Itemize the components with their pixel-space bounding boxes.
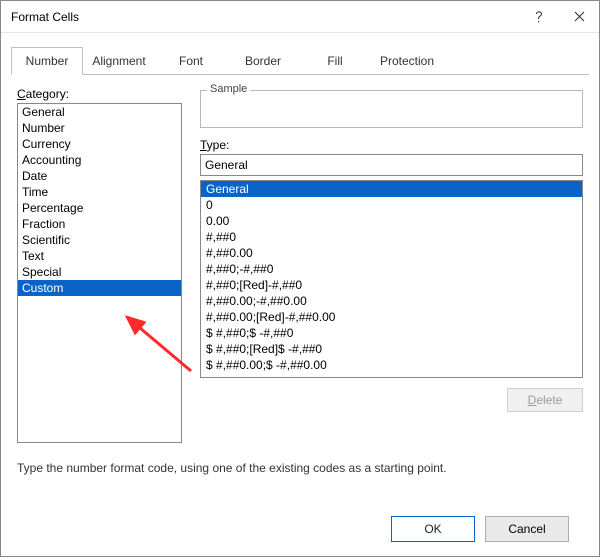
delete-row: Delete: [200, 388, 583, 412]
help-icon: [534, 10, 544, 24]
cancel-button[interactable]: Cancel: [485, 516, 569, 542]
category-label: Category:: [17, 87, 182, 101]
type-option[interactable]: #,##0;[Red]-#,##0: [201, 277, 582, 293]
ok-button[interactable]: OK: [391, 516, 475, 542]
category-item[interactable]: Special: [18, 264, 181, 280]
tab-number[interactable]: Number: [11, 47, 83, 75]
type-option[interactable]: $ #,##0.00;$ -#,##0.00: [201, 357, 582, 373]
delete-button: Delete: [507, 388, 583, 412]
type-option[interactable]: #,##0.00: [201, 245, 582, 261]
tab-strip: NumberAlignmentFontBorderFillProtection: [11, 47, 589, 75]
dialog-body: Category: GeneralNumberCurrencyAccountin…: [1, 75, 599, 556]
type-label: Type:: [200, 138, 583, 152]
type-option[interactable]: 0.00: [201, 213, 582, 229]
delete-button-label: Delete: [528, 393, 563, 407]
type-option[interactable]: #,##0;-#,##0: [201, 261, 582, 277]
cancel-label: Cancel: [508, 522, 545, 536]
category-item[interactable]: Currency: [18, 136, 181, 152]
tab-fill[interactable]: Fill: [299, 47, 371, 75]
category-item[interactable]: Time: [18, 184, 181, 200]
close-button[interactable]: [559, 1, 599, 33]
dialog-footer: OK Cancel: [17, 516, 583, 556]
type-option[interactable]: 0: [201, 197, 582, 213]
category-item[interactable]: Fraction: [18, 216, 181, 232]
type-option[interactable]: $ #,##0;$ -#,##0: [201, 325, 582, 341]
type-option[interactable]: General: [201, 181, 582, 197]
titlebar: Format Cells: [1, 1, 599, 33]
category-listbox[interactable]: GeneralNumberCurrencyAccountingDateTimeP…: [17, 103, 182, 443]
category-item[interactable]: Scientific: [18, 232, 181, 248]
tab-alignment[interactable]: Alignment: [83, 47, 155, 75]
category-item[interactable]: Date: [18, 168, 181, 184]
hint-text: Type the number format code, using one o…: [17, 461, 583, 475]
type-option[interactable]: #,##0: [201, 229, 582, 245]
type-option[interactable]: #,##0.00;-#,##0.00: [201, 293, 582, 309]
category-item[interactable]: Percentage: [18, 200, 181, 216]
tab-protection[interactable]: Protection: [371, 47, 443, 75]
help-button[interactable]: [519, 1, 559, 33]
detail-column: Sample Type: General00.00#,##0#,##0.00#,…: [200, 87, 583, 443]
tab-font[interactable]: Font: [155, 47, 227, 75]
type-input[interactable]: [200, 154, 583, 176]
category-item[interactable]: General: [18, 104, 181, 120]
ok-label: OK: [424, 522, 441, 536]
tab-underline: [11, 74, 589, 75]
close-icon: [574, 11, 585, 22]
format-cells-dialog: Format Cells NumberAlignmentFontBorderFi…: [0, 0, 600, 557]
type-option[interactable]: $ #,##0;[Red]$ -#,##0: [201, 341, 582, 357]
main-row: Category: GeneralNumberCurrencyAccountin…: [17, 87, 583, 443]
type-option[interactable]: #,##0.00;[Red]-#,##0.00: [201, 309, 582, 325]
category-item[interactable]: Number: [18, 120, 181, 136]
sample-box: Sample: [200, 90, 583, 128]
category-column: Category: GeneralNumberCurrencyAccountin…: [17, 87, 182, 443]
type-listbox[interactable]: General00.00#,##0#,##0.00#,##0;-#,##0#,#…: [200, 180, 583, 378]
tab-border[interactable]: Border: [227, 47, 299, 75]
category-item[interactable]: Custom: [18, 280, 181, 296]
sample-label: Sample: [207, 83, 250, 95]
dialog-title: Format Cells: [11, 10, 519, 24]
category-item[interactable]: Text: [18, 248, 181, 264]
category-item[interactable]: Accounting: [18, 152, 181, 168]
